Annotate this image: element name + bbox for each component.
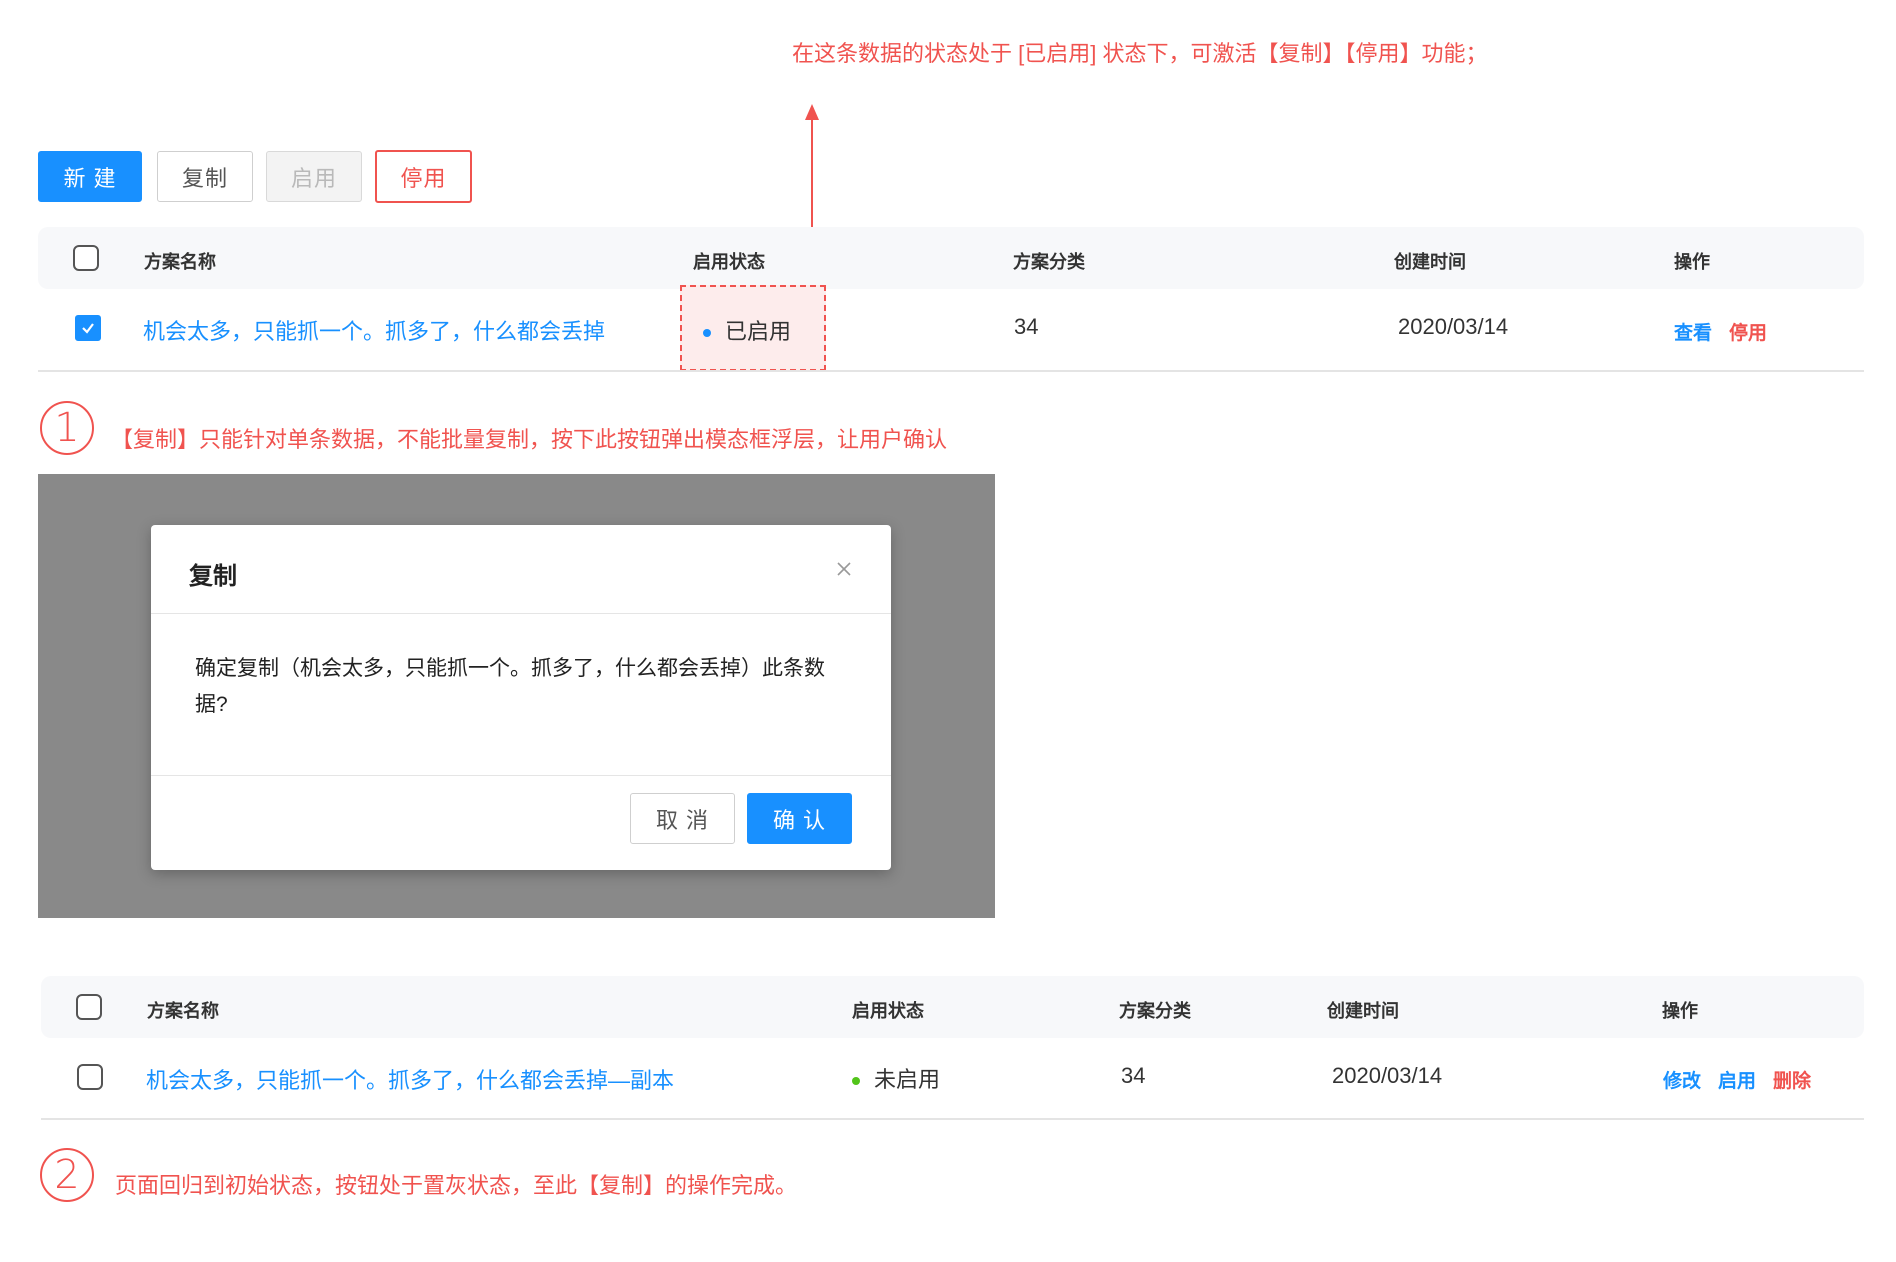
table1-divider xyxy=(38,370,1864,372)
copy-button[interactable]: 复制 xyxy=(157,151,253,202)
select-all-checkbox[interactable] xyxy=(73,245,99,271)
modal-confirm-button[interactable]: 确 认 xyxy=(747,793,852,844)
delete-link[interactable]: 删除 xyxy=(1773,1066,1811,1093)
table2-header: 方案名称 启用状态 方案分类 创建时间 操作 xyxy=(41,976,1864,1038)
header-category: 方案分类 xyxy=(1119,1001,1191,1021)
row-created: 2020/03/14 xyxy=(1398,314,1509,339)
step2-annotation: 页面回归到初始状态，按钮处于置灰状态，至此【复制】的操作完成。 xyxy=(115,1173,798,1198)
modal-message: 确定复制（机会太多，只能抓一个。抓多了，什么都会丢掉）此条数据? xyxy=(195,657,825,716)
enable-button[interactable]: 启用 xyxy=(266,151,362,202)
select-all-checkbox[interactable] xyxy=(76,994,102,1020)
status-dot-icon xyxy=(852,1077,860,1086)
close-icon[interactable] xyxy=(836,561,852,577)
enable-link[interactable]: 启用 xyxy=(1718,1066,1756,1093)
header-status: 启用状态 xyxy=(852,1001,924,1021)
top-annotation: 在这条数据的状态处于 [已启用] 状态下，可激活【复制】【停用】功能； xyxy=(792,41,1488,66)
row-name-link[interactable]: 机会太多，只能抓一个。抓多了，什么都会丢掉—副本 xyxy=(146,1063,674,1095)
disable-link[interactable]: 停用 xyxy=(1729,318,1767,345)
row-checkbox-checked[interactable] xyxy=(75,315,101,341)
modal-header-divider xyxy=(151,613,891,614)
modal-title: 复制 xyxy=(189,563,237,590)
step1-badge: 1 xyxy=(40,401,94,455)
row-status: 已启用 xyxy=(703,314,791,346)
header-name: 方案名称 xyxy=(147,1001,219,1021)
status-dot-icon xyxy=(703,329,711,338)
row-category: 34 xyxy=(1121,1063,1146,1088)
modal-cancel-button[interactable]: 取 消 xyxy=(630,793,735,844)
header-actions: 操作 xyxy=(1662,1001,1698,1021)
step1-annotation: 【复制】只能针对单条数据，不能批量复制，按下此按钮弹出模态框浮层，让用户确认 xyxy=(111,427,948,452)
header-status: 启用状态 xyxy=(693,252,765,272)
table1-header: 方案名称 启用状态 方案分类 创建时间 操作 xyxy=(38,227,1864,289)
edit-link[interactable]: 修改 xyxy=(1663,1066,1701,1093)
row-name-link[interactable]: 机会太多，只能抓一个。抓多了，什么都会丢掉 xyxy=(143,314,605,346)
row-checkbox[interactable] xyxy=(77,1064,103,1090)
header-category: 方案分类 xyxy=(1013,252,1085,272)
copy-modal: 复制 确定复制（机会太多，只能抓一个。抓多了，什么都会丢掉）此条数据? 取 消 … xyxy=(151,525,891,870)
row-status: 未启用 xyxy=(852,1062,940,1094)
row-category: 34 xyxy=(1014,314,1039,339)
disable-button[interactable]: 停用 xyxy=(375,150,472,203)
row-created: 2020/03/14 xyxy=(1332,1063,1443,1088)
view-link[interactable]: 查看 xyxy=(1674,318,1712,345)
header-actions: 操作 xyxy=(1674,252,1710,272)
new-button[interactable]: 新 建 xyxy=(38,151,142,202)
header-created: 创建时间 xyxy=(1327,1001,1399,1021)
table2-divider xyxy=(41,1118,1864,1120)
check-icon xyxy=(82,323,94,334)
step2-badge: 2 xyxy=(40,1148,94,1202)
modal-footer-divider xyxy=(151,775,891,776)
header-created: 创建时间 xyxy=(1394,252,1466,272)
header-name: 方案名称 xyxy=(144,252,216,272)
